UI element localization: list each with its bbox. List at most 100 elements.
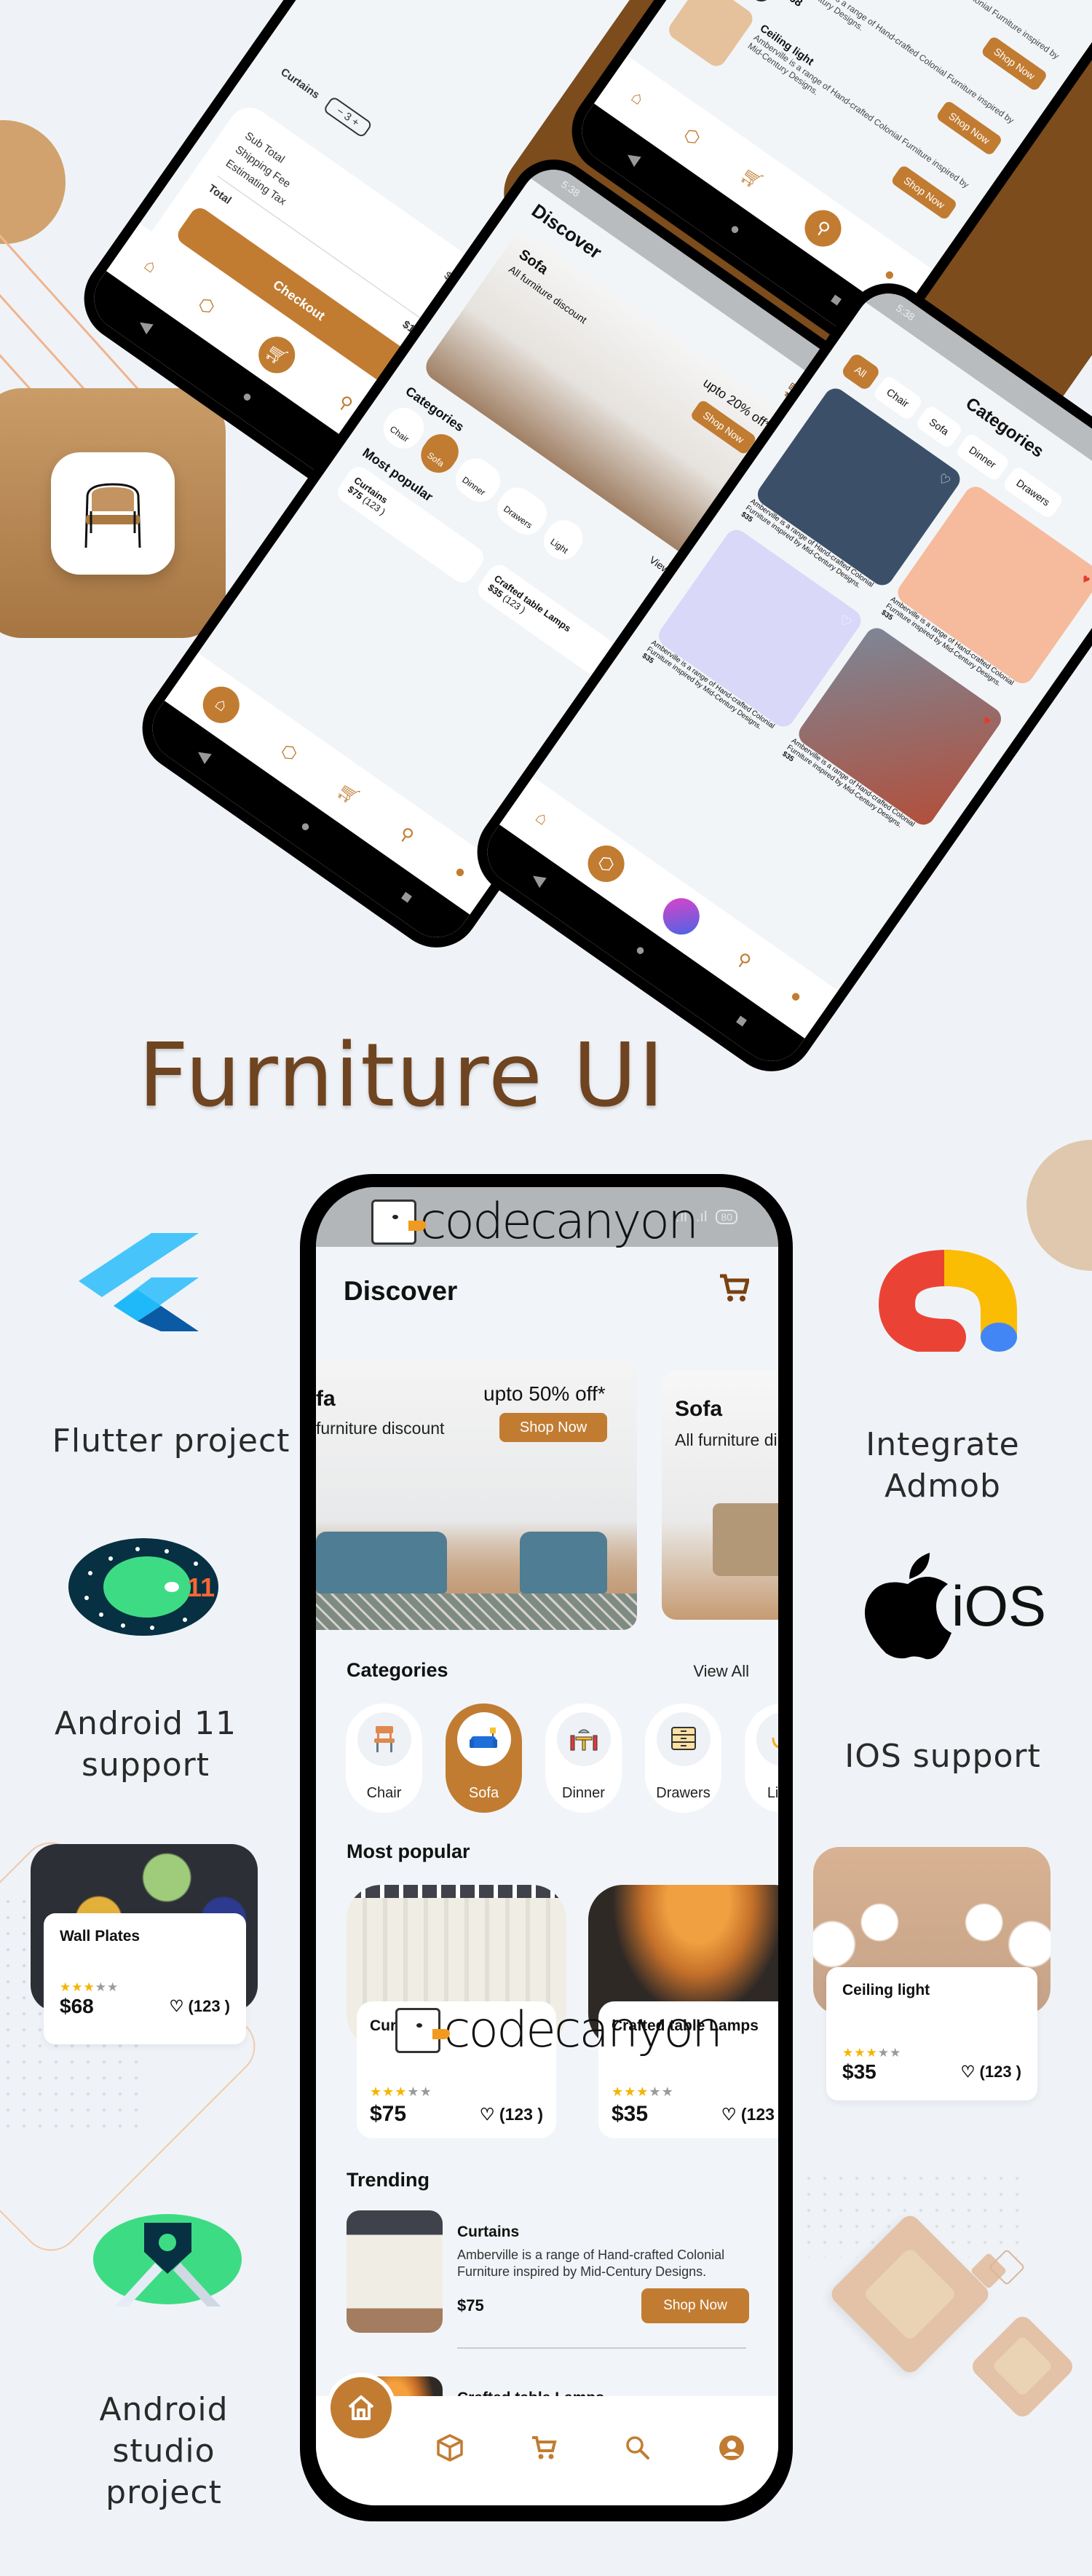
- shop-now-button[interactable]: Shop Now: [641, 2288, 749, 2323]
- avatar[interactable]: [656, 891, 707, 942]
- like-count: (123 ): [740, 2105, 778, 2124]
- category-dinner[interactable]: Dinner: [545, 1703, 622, 1813]
- star-filled-icon: ★: [60, 1980, 72, 1994]
- star-rating: ★★★★★: [60, 1980, 230, 1995]
- battery-indicator: 80: [716, 1210, 737, 1224]
- profile-icon[interactable]: ●: [786, 985, 806, 1008]
- star-rating: ★★★★★: [612, 2084, 674, 2100]
- box-icon: [437, 2434, 464, 2462]
- banner-subtitle: furniture discount: [316, 1419, 445, 1438]
- phone-screen: .ıl .ıl 80 Discover fa furniture discoun…: [316, 1187, 778, 2505]
- product-name: Curtains: [457, 2224, 520, 2240]
- category-drawers[interactable]: Drawers: [645, 1703, 721, 1813]
- product-price: $75: [370, 2102, 407, 2126]
- watermark-text: codecanyon: [419, 1193, 699, 1250]
- banner-carousel[interactable]: fa furniture discount upto 50% off* Shop…: [316, 1360, 778, 1652]
- star-empty-icon: ★: [419, 2084, 432, 2099]
- promo-banner[interactable]: fa furniture discount upto 50% off* Shop…: [316, 1360, 637, 1630]
- star-empty-icon: ★: [107, 1980, 119, 1994]
- heart-filled-icon[interactable]: ♥: [979, 712, 994, 729]
- search-icon[interactable]: ⚲: [395, 822, 418, 847]
- star-filled-icon: ★: [71, 1980, 84, 1994]
- banner-title: fa: [316, 1387, 336, 1411]
- feature-label-line: Android 11: [54, 1705, 237, 1742]
- star-filled-icon: ★: [636, 2084, 649, 2099]
- feature-admob: Integrate Admob: [830, 1424, 1056, 1507]
- products-nav-button[interactable]: [435, 2433, 464, 2462]
- cart-item-name: Curtains: [278, 66, 322, 102]
- home-icon[interactable]: ⌂: [627, 87, 647, 109]
- search-nav-button[interactable]: [623, 2433, 652, 2462]
- android-11-logo-icon: 11: [68, 1538, 219, 1636]
- feature-label-line: Android studio: [99, 2391, 229, 2470]
- heart-outline-icon[interactable]: ♡: [836, 612, 854, 631]
- category-chair[interactable]: Chair: [346, 1703, 422, 1813]
- star-empty-icon: ★: [661, 2084, 674, 2099]
- floating-product-card[interactable]: Ceiling light ★★★★★ $35 ♡ (123 ): [813, 1847, 1051, 2102]
- heart-outline-icon[interactable]: ♡: [170, 1997, 184, 2015]
- feature-android-11: Android 11 support: [36, 1703, 255, 1786]
- promo-banner[interactable]: Sofa All furniture di: [662, 1371, 778, 1620]
- product-price: $75: [457, 2296, 484, 2315]
- feature-label-line: Admob: [885, 1468, 1001, 1505]
- star-rating: ★★★★★: [370, 2084, 432, 2100]
- view-all-link[interactable]: View All: [693, 1662, 749, 1681]
- product-name: Ceiling light: [842, 1982, 930, 1998]
- admob-logo-icon: [868, 1250, 1021, 1355]
- heart-outline-icon[interactable]: ♡: [935, 470, 953, 489]
- star-filled-icon: ★: [612, 2084, 625, 2099]
- star-filled-icon: ★: [395, 2084, 408, 2099]
- headline: Furniture UI: [138, 1025, 666, 1127]
- popular-header: Most popular: [316, 1840, 778, 1863]
- star-empty-icon: ★: [877, 2046, 890, 2060]
- cart-icon: [532, 2436, 557, 2459]
- heart-outline-icon[interactable]: ♡: [721, 2105, 737, 2124]
- heart-outline-icon[interactable]: ♡: [961, 2063, 976, 2081]
- product-price: $68: [776, 0, 804, 17]
- shop-now-button[interactable]: Shop Now: [499, 1413, 607, 1442]
- ios-wordmark: iOS: [951, 1573, 1047, 1638]
- categories-header: Categories View All: [316, 1659, 778, 1682]
- home-icon[interactable]: ⌂: [531, 807, 552, 830]
- home-nav-button[interactable]: [326, 2373, 396, 2443]
- android-studio-logo-icon: [93, 2212, 242, 2310]
- star-empty-icon: ★: [649, 2084, 662, 2099]
- banner-subtitle: All furniture discount: [507, 263, 590, 326]
- floating-product-card[interactable]: Wall Plates ★★★★★ $68 ♡ (123 ): [31, 1844, 258, 2092]
- list-item[interactable]: Curtains Amberville is a range of Hand-c…: [347, 2210, 749, 2349]
- sofa-icon: [469, 1728, 497, 1748]
- cart-icon[interactable]: [719, 1273, 751, 1309]
- svg-text:11: 11: [187, 1572, 215, 1602]
- category-list: Chair Sofa Dinner Drawers Light: [316, 1682, 778, 1813]
- profile-icon[interactable]: ●: [450, 861, 470, 883]
- cart-icon[interactable]: 🛒︎: [333, 779, 364, 809]
- armchair-illustration: [520, 1532, 607, 1594]
- banner-subtitle: All furniture di: [675, 1430, 778, 1449]
- section-title: Most popular: [347, 1840, 470, 1862]
- box-icon[interactable]: ⬡: [277, 739, 301, 765]
- star-filled-icon: ★: [83, 1980, 95, 1994]
- star-rating: ★★★★★: [842, 2046, 1021, 2060]
- cart-icon[interactable]: 🛒︎: [737, 163, 767, 193]
- star-filled-icon: ★: [854, 2046, 866, 2060]
- home-icon[interactable]: ⌂: [140, 255, 160, 277]
- star-empty-icon: ★: [407, 2084, 420, 2099]
- chair-logo-icon: [51, 452, 175, 575]
- product-description: Amberville is a range of Hand-crafted Co…: [457, 2248, 725, 2280]
- search-icon[interactable]: ⚲: [732, 948, 755, 973]
- feature-label-line: project: [106, 2474, 222, 2512]
- profile-nav-button[interactable]: [717, 2433, 746, 2462]
- banner-title: Sofa: [675, 1397, 723, 1421]
- star-filled-icon: ★: [382, 2084, 395, 2099]
- box-icon[interactable]: ⬡: [680, 124, 705, 150]
- heart-filled-icon[interactable]: ♥: [1078, 571, 1092, 588]
- cart-nav-button[interactable]: [529, 2433, 558, 2462]
- heart-outline-icon[interactable]: ♡: [480, 2105, 495, 2124]
- box-icon[interactable]: ⬡: [194, 293, 219, 319]
- category-light[interactable]: Light: [745, 1703, 778, 1813]
- quantity-stepper[interactable]: − 3 +: [323, 95, 373, 138]
- product-name: Wall Plates: [60, 1928, 141, 1945]
- category-sofa[interactable]: Sofa: [446, 1703, 522, 1813]
- codecanyon-watermark: codecanyon: [371, 1193, 699, 1250]
- decorative-circle: [0, 120, 66, 244]
